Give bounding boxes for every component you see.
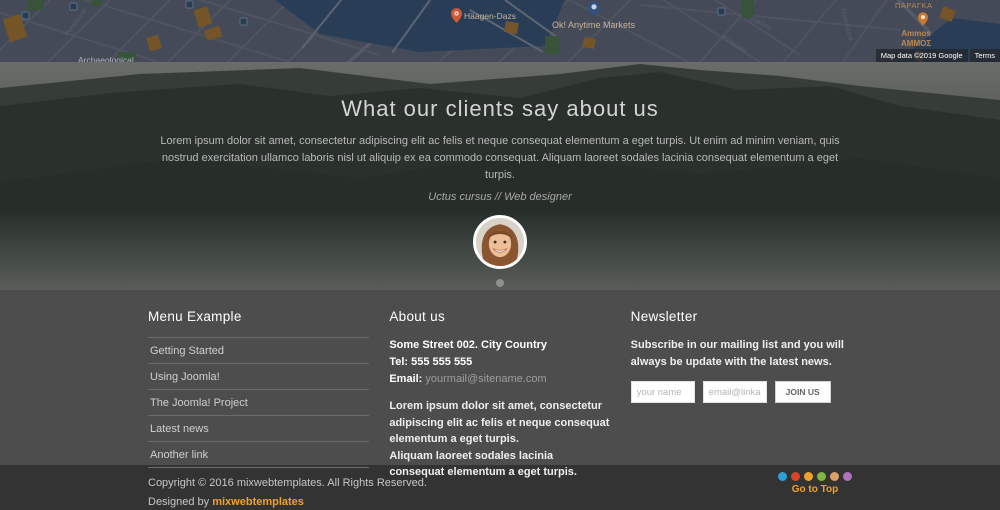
social-icon[interactable] [830, 472, 839, 481]
map-attribution-text: Map data ©2019 Google [876, 49, 968, 62]
map-label-ammos: Ammos ΑΜΜΟΣ [901, 29, 931, 49]
social-links [778, 472, 852, 481]
testimonial-section: What our clients say about us Lorem ipsu… [0, 62, 1000, 290]
social-icon[interactable] [843, 472, 852, 481]
join-us-button[interactable]: JOIN US [775, 381, 831, 403]
map-label-haagen: Häagen-Dazs [464, 11, 516, 21]
social-icon[interactable] [804, 472, 813, 481]
about-paragraph-line1: Lorem ipsum dolor sit amet, consectetur … [389, 400, 609, 445]
footer-about-column: About us Some Street 002. City Country T… [389, 309, 610, 481]
social-block: Go to Top [778, 472, 852, 508]
map-label-ok-markets: Ok! Anytime Markets [552, 20, 635, 30]
about-email-label: Email: [389, 373, 422, 385]
designed-by-text: Designed by [148, 496, 212, 508]
testimonial-quote: Lorem ipsum dolor sit amet, consectetur … [150, 133, 850, 184]
footer-menu-list: Getting StartedUsing Joomla!The Joomla! … [148, 337, 369, 468]
map-label-paranga: ΠΑΡΑΓΚΑ [895, 1, 933, 10]
mixwebtemplates-link[interactable]: mixwebtemplates [212, 496, 304, 508]
footer: Menu Example Getting StartedUsing Joomla… [0, 290, 1000, 465]
footer-newsletter-column: Newsletter Subscribe in our mailing list… [631, 309, 852, 481]
map-pin-haagen-icon[interactable] [451, 8, 462, 28]
map-pin-ok-markets-icon[interactable] [588, 1, 600, 22]
testimonial-title: What our clients say about us [0, 96, 1000, 122]
map-attribution: Map data ©2019 Google Terms [876, 49, 1000, 62]
menu-link[interactable]: Using Joomla! [148, 364, 369, 390]
newsletter-form: JOIN US [631, 381, 852, 403]
copyright-block: Copyright © 2016 mixwebtemplates. All Ri… [148, 477, 427, 508]
map-dark-overlay [0, 0, 1000, 62]
social-icon[interactable] [791, 472, 800, 481]
about-address: Some Street 002. City Country [389, 337, 610, 354]
newsletter-text: Subscribe in our mailing list and you wi… [631, 337, 852, 370]
google-map[interactable]: Häagen-Dazs Ok! Anytime Markets ΠΑΡΑΓΚΑ … [0, 0, 1000, 62]
menu-link[interactable]: Latest news [148, 416, 369, 442]
footer-menu-column: Menu Example Getting StartedUsing Joomla… [148, 309, 369, 481]
social-icon[interactable] [817, 472, 826, 481]
menu-link[interactable]: Getting Started [148, 338, 369, 364]
about-paragraph-line2: Aliquam laoreet sodales lacinia consequa… [389, 450, 577, 479]
carousel-dot[interactable] [496, 279, 504, 287]
menu-title: Menu Example [148, 309, 369, 324]
about-email-link[interactable]: yourmail@sitename.com [425, 373, 546, 385]
map-label-ammos-greek: ΑΜΜΟΣ [901, 39, 931, 49]
avatar [473, 215, 527, 269]
about-tel: Tel: 555 555 555 [389, 354, 610, 371]
social-icon[interactable] [778, 472, 787, 481]
copyright-text: Copyright © 2016 mixwebtemplates. All Ri… [148, 477, 427, 489]
about-title: About us [389, 309, 610, 324]
newsletter-email-input[interactable] [703, 381, 767, 403]
testimonial-author: Uctus cursus // Web designer [0, 191, 1000, 203]
map-label-ammos-latin: Ammos [901, 29, 931, 39]
newsletter-name-input[interactable] [631, 381, 695, 403]
map-terms-link[interactable]: Terms [970, 49, 1000, 62]
go-to-top-link[interactable]: Go to Top [778, 484, 852, 495]
map-label-archaeological: Archaeological [78, 55, 134, 62]
avatar-photo [476, 218, 524, 266]
menu-link[interactable]: Another link [148, 442, 369, 468]
newsletter-title: Newsletter [631, 309, 852, 324]
menu-link[interactable]: The Joomla! Project [148, 390, 369, 416]
